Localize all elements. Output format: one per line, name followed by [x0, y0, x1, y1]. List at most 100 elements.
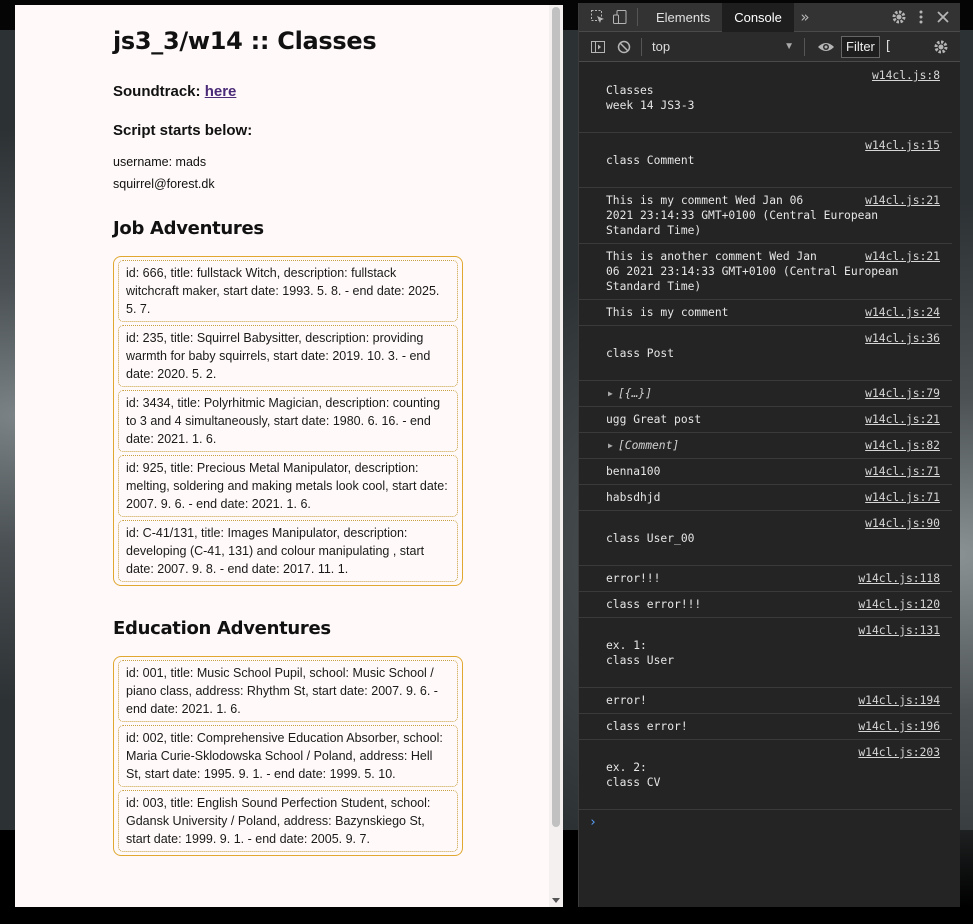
dropdown-arrow-icon: ▼	[784, 41, 794, 52]
job-card: id: 666, title: fullstack Witch, descrip…	[118, 260, 458, 322]
source-link[interactable]: w14cl.js:8	[871, 68, 940, 83]
toolbar-divider	[804, 37, 805, 56]
console-text: Classes	[606, 84, 654, 97]
toolbar-divider	[641, 37, 642, 56]
console-text: class User	[606, 654, 675, 667]
console-message: w14cl.js:131 ex. 1: class User	[579, 618, 952, 688]
console-message: w14cl.js:120 class error!!!	[579, 592, 952, 618]
page-title: js3_3/w14 :: Classes	[113, 27, 377, 55]
more-tabs-icon[interactable]: »	[794, 6, 816, 28]
console-message: w14cl.js:71 benna100	[579, 459, 952, 485]
education-list: id: 001, title: Music School Pupil, scho…	[113, 656, 463, 856]
source-link[interactable]: w14cl.js:120	[858, 597, 940, 612]
eye-icon[interactable]	[815, 36, 837, 58]
source-link[interactable]: w14cl.js:118	[858, 571, 940, 586]
console-text: Standard Time)	[606, 224, 702, 237]
inspect-icon[interactable]	[587, 6, 609, 28]
console-text: ex. 2:	[606, 761, 647, 774]
console-toolbar: top ▼ Filter [	[579, 32, 960, 62]
devtools-scroll-gutter	[952, 63, 960, 907]
education-card: id: 001, title: Music School Pupil, scho…	[118, 660, 458, 722]
console-message: w14cl.js:24 This is my comment	[579, 300, 952, 326]
tab-console[interactable]: Console	[722, 2, 794, 32]
source-link[interactable]: w14cl.js:15	[865, 138, 940, 153]
console-text: ex. 1:	[606, 639, 647, 652]
console-message: w14cl.js:203 ex. 2: class CV	[579, 740, 952, 810]
education-card: id: 003, title: English Sound Perfection…	[118, 790, 458, 852]
source-link[interactable]: w14cl.js:71	[865, 490, 940, 505]
education-heading: Education Adventures	[113, 618, 331, 639]
console-messages: w14cl.js:8 Classes week 14 JS3-3 w14cl.js:1…	[579, 63, 952, 907]
console-message: w14cl.js:194 error!	[579, 688, 952, 714]
console-object[interactable]: [Comment]	[618, 439, 679, 452]
page-scrollbar[interactable]	[549, 5, 563, 907]
console-text: class Post	[606, 347, 675, 360]
filter-overflow: [	[885, 39, 891, 54]
source-link[interactable]: w14cl.js:194	[858, 693, 940, 708]
source-link[interactable]: w14cl.js:36	[865, 331, 940, 346]
console-message: w14cl.js:15 class Comment	[579, 133, 952, 188]
source-link[interactable]: w14cl.js:21	[865, 193, 940, 208]
console-message: w14cl.js:82 ▶ [Comment]	[579, 433, 952, 459]
education-card: id: 002, title: Comprehensive Education …	[118, 725, 458, 787]
console-message: w14cl.js:71 habsdhjd	[579, 485, 952, 511]
job-card: id: 235, title: Squirrel Babysitter, des…	[118, 325, 458, 387]
source-link[interactable]: w14cl.js:71	[865, 464, 940, 479]
console-text: 06 2021 23:14:33 GMT+0100 (Central Europ…	[606, 265, 899, 278]
context-select[interactable]: top ▼	[648, 39, 798, 54]
console-message: w14cl.js:79 ▶ [{…}]	[579, 381, 952, 407]
tab-elements[interactable]: Elements	[644, 3, 722, 32]
soundtrack-link[interactable]: here	[205, 83, 237, 100]
devtools-panel: Elements Console » top ▼ Filter [w14cl.…	[578, 2, 960, 907]
console-text: class CV	[606, 776, 661, 789]
console-text: class User_00	[606, 532, 695, 545]
expand-triangle-icon[interactable]: ▶	[608, 438, 613, 453]
jobs-heading: Job Adventures	[113, 218, 264, 239]
device-toggle-icon[interactable]	[609, 6, 631, 28]
console-message: w14cl.js:8 Classes week 14 JS3-3	[579, 63, 952, 133]
source-link[interactable]: w14cl.js:21	[865, 249, 940, 264]
console-prompt[interactable]: ›	[579, 810, 952, 835]
scrollbar-thumb[interactable]	[552, 7, 560, 827]
close-icon[interactable]	[932, 6, 954, 28]
console-message: w14cl.js:196 class error!	[579, 714, 952, 740]
expand-triangle-icon[interactable]: ▶	[608, 386, 613, 401]
source-link[interactable]: w14cl.js:203	[858, 745, 940, 760]
console-message: w14cl.js:21 This is another comment Wed J…	[579, 244, 952, 300]
console-text: Standard Time)	[606, 280, 702, 293]
username-text: username: mads	[113, 155, 207, 169]
soundtrack-label: Soundtrack:	[113, 83, 201, 100]
job-card: id: C-41/131, title: Images Manipulator,…	[118, 520, 458, 582]
devtools-tabbar: Elements Console »	[579, 2, 960, 32]
console-text: week 14 JS3-3	[606, 99, 695, 112]
job-card: id: 3434, title: Polyrhitmic Magician, d…	[118, 390, 458, 452]
clear-console-icon[interactable]	[613, 36, 635, 58]
source-link[interactable]: w14cl.js:90	[865, 516, 940, 531]
job-card: id: 925, title: Precious Metal Manipulat…	[118, 455, 458, 517]
source-link[interactable]: w14cl.js:21	[865, 412, 940, 427]
source-link[interactable]: w14cl.js:82	[865, 438, 940, 453]
script-start-heading: Script starts below:	[113, 122, 253, 139]
kebab-menu-icon[interactable]	[910, 6, 932, 28]
console-message: w14cl.js:36 class Post	[579, 326, 952, 381]
console-message: w14cl.js:21 This is my comment Wed Jan 06…	[579, 188, 952, 244]
filter-input[interactable]: Filter	[841, 35, 880, 58]
source-link[interactable]: w14cl.js:131	[858, 623, 940, 638]
console-text: class Comment	[606, 154, 695, 167]
jobs-list: id: 666, title: fullstack Witch, descrip…	[113, 256, 463, 586]
console-message: w14cl.js:90 class User_00	[579, 511, 952, 566]
email-text: squirrel@forest.dk	[113, 177, 215, 191]
console-object[interactable]: [{…}]	[618, 387, 652, 400]
sidebar-toggle-icon[interactable]	[587, 36, 609, 58]
source-link[interactable]: w14cl.js:24	[865, 305, 940, 320]
console-message: w14cl.js:118 error!!!	[579, 566, 952, 592]
console-settings-icon[interactable]	[930, 36, 952, 58]
tabbar-divider	[637, 8, 638, 26]
settings-icon[interactable]	[888, 6, 910, 28]
source-link[interactable]: w14cl.js:196	[858, 719, 940, 734]
soundtrack-line: Soundtrack: here	[113, 83, 236, 100]
page-viewport: js3_3/w14 :: Classes Soundtrack: here Sc…	[15, 5, 563, 907]
context-value: top	[652, 39, 671, 54]
source-link[interactable]: w14cl.js:79	[865, 386, 940, 401]
scroll-down-icon[interactable]	[552, 898, 560, 903]
